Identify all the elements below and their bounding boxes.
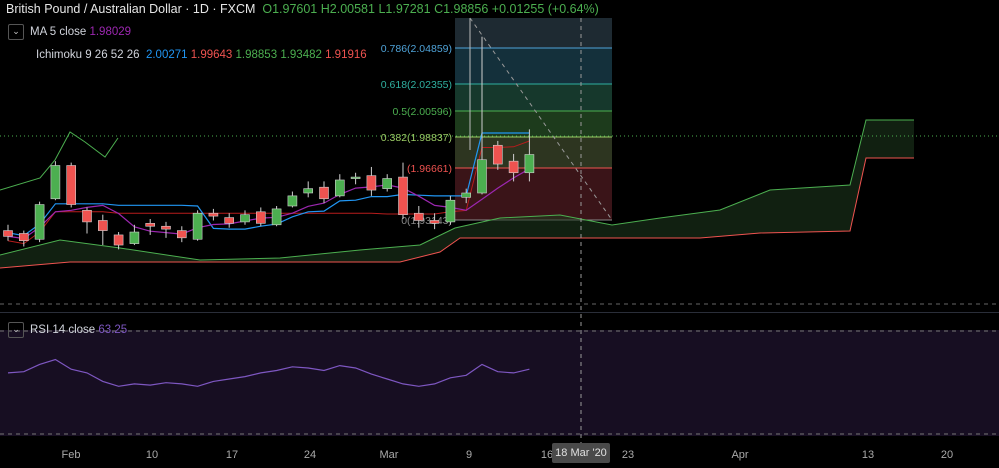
x-tick-label: Feb [61,449,81,461]
chevron-down-icon[interactable]: ⌄ [8,24,24,40]
candle-body [445,199,456,223]
fib-level-label: 0(1.93143) [401,215,452,227]
low-value: L1.97281 [378,2,431,16]
candle-body [271,208,282,226]
candle-body [398,176,408,215]
fib-zone [455,84,612,111]
fib-level-label: 0.786(2.04859) [381,43,452,55]
rsi-legend[interactable]: ⌄ RSI 14 close 63.25 [8,322,127,338]
chevron-down-icon[interactable]: ⌄ [8,322,24,338]
candle-body [18,233,29,242]
fib-level-label: 0.382(1.98837) [381,132,452,144]
fib-level-label: 0.5(2.00596) [392,106,452,118]
candle-body [429,220,440,224]
open-value: O1.97601 [262,2,318,16]
symbol-title: British Pound / Australian Dollar · 1D ·… [6,2,256,16]
fib-zone [455,111,612,137]
close-value: C1.98856 [434,2,489,16]
candle-body [461,192,472,198]
candle-body [492,144,503,165]
x-tick-label: 24 [303,449,317,461]
candle-body [177,230,187,239]
x-tick-label: Apr [731,449,749,461]
candle-body [113,234,124,246]
x-tick-label: 9 [465,449,473,461]
fib-zone [455,18,612,48]
candle-body [161,225,171,230]
candle-body [66,165,76,205]
candle-body [192,212,203,240]
x-tick-label: 23 [621,449,635,461]
candle-body [319,186,329,200]
candle-body [350,176,361,179]
ma-value: 1.98029 [89,26,132,39]
x-tick-label: 17 [225,449,239,461]
ichimoku-legend[interactable]: Ichimoku 9 26 52 26 2.00271 1.99643 1.98… [36,49,367,61]
candle-body [3,230,13,237]
candle-body [524,154,535,174]
x-tick-label: 13 [861,449,875,461]
ichimoku-label: Ichimoku 9 26 52 26 [36,49,140,61]
fib-level-label: (1.96661) [407,163,452,175]
candle-body [287,195,298,207]
crosshair-date-badge: 18 Mar '20 [552,443,610,463]
candle-body [129,231,140,244]
ichimoku-kijun-line [7,140,530,245]
candle-body [50,165,61,200]
candle-body [145,223,155,227]
candle-body [98,220,108,231]
candle-body [208,212,219,217]
candle-body [240,214,250,223]
ichimoku-kijun-value: 1.99643 [190,49,233,61]
x-tick-label: Mar [379,449,399,461]
rsi-label: RSI 14 close [30,324,96,337]
high-value: H2.00581 [320,2,375,16]
candle-body [34,204,45,240]
x-tick-label: 20 [940,449,954,461]
change-value: +0.01255 (+0.64%) [491,2,599,16]
price-chart[interactable]: 0.786(2.04859) 0.618(2.02355) 0.5(2.00596)… [0,0,999,468]
candle-body [303,188,314,194]
candle-body [366,175,377,191]
candle-body [224,217,234,224]
candle-body [413,212,424,221]
candle-body [508,160,519,174]
fib-level-label: 0.618(2.02355) [381,79,452,91]
ichimoku-span-b-value: 1.91916 [325,49,367,61]
ichimoku-span-a-value: 1.93482 [280,49,322,61]
ma-legend[interactable]: ⌄ MA 5 close 1.98029 [8,24,131,40]
chart-header: British Pound / Australian Dollar · 1D ·… [6,2,599,16]
fib-zone [455,48,612,84]
candle-body [477,159,487,194]
pane-divider [0,312,999,313]
rsi-value: 63.25 [98,324,128,337]
rsi-band [0,330,999,436]
ma-label: MA 5 close [30,26,87,39]
candle-body [82,210,92,223]
candle-body [334,179,345,197]
ichimoku-chikou-value: 1.98853 [235,49,278,61]
x-tick-label: 10 [145,449,159,461]
candle-body [382,178,393,189]
ichimoku-tenkan-value: 2.00271 [145,49,188,61]
candle-body [255,211,266,224]
